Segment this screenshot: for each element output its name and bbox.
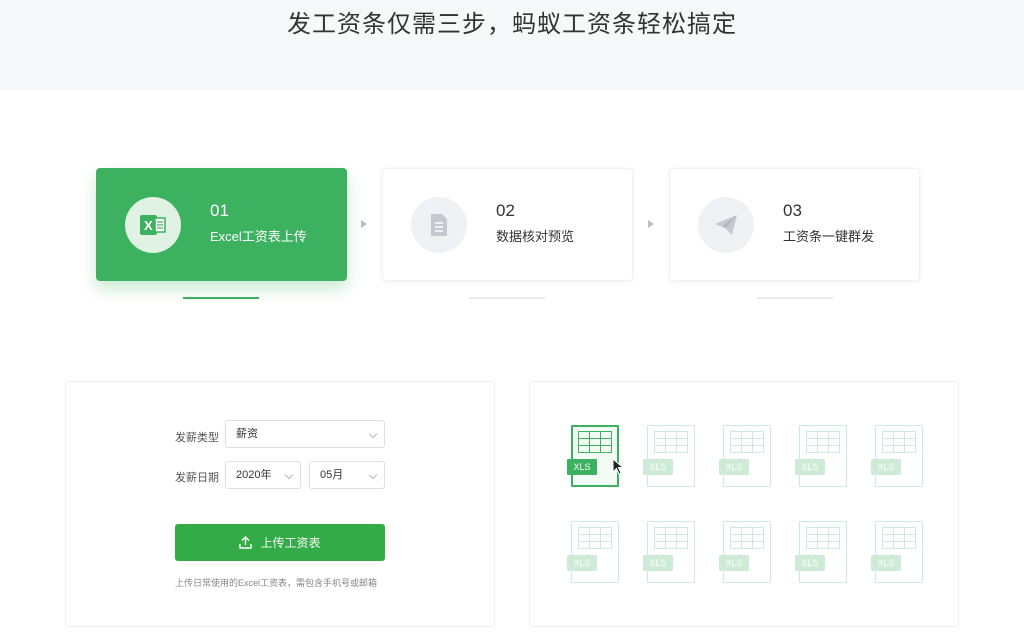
step-label: Excel工资表上传 xyxy=(210,229,307,244)
xls-tag: XLS xyxy=(643,459,673,475)
upload-salary-button[interactable]: 上传工资表 xyxy=(175,524,385,561)
step-label: 数据核对预览 xyxy=(496,229,575,244)
paper-plane-icon xyxy=(698,197,754,253)
step-indicator-active xyxy=(183,297,259,299)
upload-icon xyxy=(239,536,253,549)
xls-file-icon: XLS xyxy=(719,425,775,487)
month-value: 05月 xyxy=(320,469,344,481)
chevron-down-icon xyxy=(284,470,294,480)
xls-file-icon: XLS xyxy=(719,521,775,583)
upload-form-panel xyxy=(65,381,495,627)
step-upload[interactable]: X 01 Excel工资表上传 xyxy=(96,168,347,281)
page-title: 发工资条仅需三步，蚂蚁工资条轻松搞定 xyxy=(287,11,737,38)
pay-date-label: 发薪日期 xyxy=(175,472,219,484)
document-icon xyxy=(411,197,467,253)
excel-icon: X xyxy=(125,197,181,253)
year-value: 2020年 xyxy=(236,469,272,481)
xls-tag: XLS xyxy=(643,555,673,571)
step-number: 01 xyxy=(210,201,229,220)
hero-banner: 发工资条仅需三步，蚂蚁工资条轻松搞定 xyxy=(0,0,1024,90)
step-send[interactable]: 03 工资条一键群发 xyxy=(669,168,920,281)
upload-hint: 上传日常使用的Excel工资表，需包含手机号或邮箱 xyxy=(175,578,378,588)
pay-type-select[interactable]: 薪资 xyxy=(225,420,385,448)
step-preview[interactable]: 02 数据核对预览 xyxy=(382,168,633,281)
svg-text:X: X xyxy=(144,218,153,233)
pay-type-label: 发薪类型 xyxy=(175,432,219,444)
xls-file-icon: XLS xyxy=(795,425,851,487)
chevron-down-icon xyxy=(368,470,378,480)
xls-file-icon: XLS xyxy=(643,425,699,487)
step-arrow-icon xyxy=(648,220,654,228)
xls-file-icon: XLS xyxy=(643,521,699,583)
chevron-down-icon xyxy=(368,429,378,439)
xls-file-icon: XLS xyxy=(567,521,623,583)
xls-tag: XLS xyxy=(871,459,901,475)
month-select[interactable]: 05月 xyxy=(309,461,385,489)
xls-tag: XLS xyxy=(567,459,597,475)
mouse-cursor-icon xyxy=(612,458,625,475)
step-indicator xyxy=(469,297,545,299)
step-number: 02 xyxy=(496,201,515,220)
xls-file-icon: XLS xyxy=(795,521,851,583)
year-select[interactable]: 2020年 xyxy=(225,461,301,489)
xls-file-icon: XLS xyxy=(871,425,927,487)
xls-tag: XLS xyxy=(567,555,597,571)
step-indicator xyxy=(757,297,833,299)
step-arrow-icon xyxy=(361,220,367,228)
xls-file-icon: XLS xyxy=(567,425,623,487)
xls-tag: XLS xyxy=(795,459,825,475)
upload-button-label: 上传工资表 xyxy=(260,536,321,550)
xls-tag: XLS xyxy=(719,459,749,475)
step-number: 03 xyxy=(783,201,802,220)
file-illustration-panel xyxy=(529,381,959,627)
xls-tag: XLS xyxy=(871,555,901,571)
xls-file-icon: XLS xyxy=(871,521,927,583)
step-label: 工资条一键群发 xyxy=(783,229,875,244)
pay-type-value: 薪资 xyxy=(236,428,258,440)
xls-tag: XLS xyxy=(719,555,749,571)
xls-tag: XLS xyxy=(795,555,825,571)
